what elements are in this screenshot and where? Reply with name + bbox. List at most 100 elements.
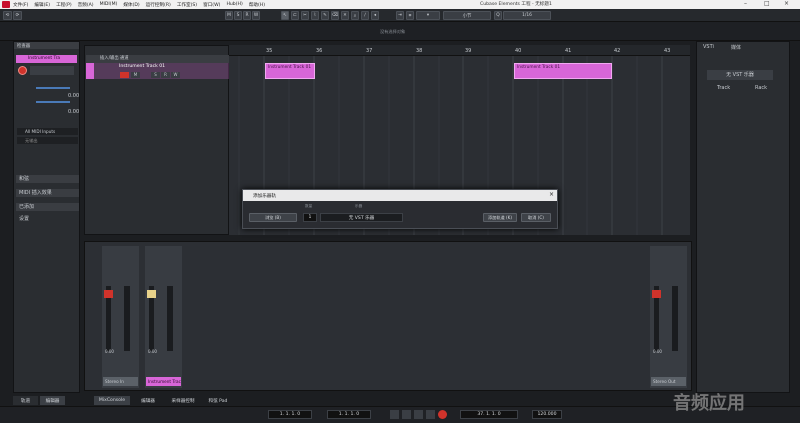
track-name[interactable]: Instrument Track 01 — [119, 64, 165, 69]
section-settings[interactable]: 设置 — [16, 215, 79, 223]
io-channel-row[interactable]: 插入/输出 通道 — [86, 55, 229, 63]
track-mute-button[interactable]: M — [131, 72, 140, 78]
fader-handle[interactable] — [652, 290, 661, 298]
browse-button[interactable]: 浏览 (B) — [249, 213, 297, 222]
menu-help[interactable]: 帮助(H) — [249, 2, 265, 8]
track-write-button[interactable]: W — [171, 72, 180, 78]
maximize-icon[interactable]: □ — [764, 0, 770, 7]
info-line: 没有选择对象 — [0, 22, 800, 41]
position-display[interactable]: 37. 1. 1. 0 — [460, 410, 518, 419]
minimize-icon[interactable]: – — [744, 0, 747, 7]
menu-audio[interactable]: 音频(A) — [78, 2, 94, 8]
menu-transport[interactable]: 运行控制(R) — [146, 2, 171, 8]
stop-icon[interactable] — [402, 410, 411, 419]
tab-editor-lower[interactable]: 编辑器 — [133, 396, 163, 405]
tab-sampler-control[interactable]: 采样器控制 — [165, 396, 201, 405]
output-select[interactable]: 无输出 — [17, 137, 78, 144]
bar-41: 41 — [565, 48, 572, 54]
menu-studio[interactable]: 工作室(S) — [177, 2, 197, 8]
tab-chord-pads[interactable]: 和弦 Pad — [204, 396, 232, 405]
menu-media[interactable]: 媒体(D) — [123, 2, 139, 8]
menu-window[interactable]: 窗口(W) — [203, 2, 220, 8]
play-tool-icon[interactable]: ◂ — [371, 11, 379, 20]
midi-input-select[interactable]: All MIDI Inputs — [17, 128, 78, 135]
right-locator[interactable]: 1. 1. 1. 0 — [327, 410, 371, 419]
track-count-input[interactable]: 1 — [303, 213, 317, 222]
section-midi-inserts[interactable]: MIDI 插入效果 — [16, 189, 79, 197]
track-controls[interactable] — [30, 66, 74, 75]
add-track-button[interactable]: 添加轨道 (K) — [483, 213, 517, 222]
redo-icon[interactable]: ⟳ — [13, 11, 22, 20]
cancel-button[interactable]: 取消 (C) — [521, 213, 551, 222]
snap-value-select[interactable]: 小节 — [443, 11, 491, 20]
range-tool-icon[interactable]: ⊏ — [291, 11, 299, 20]
tempo-display[interactable]: 120.000 — [532, 410, 562, 419]
menu-edit[interactable]: 编辑(E) — [34, 2, 50, 8]
cycle-icon[interactable] — [390, 410, 399, 419]
menu-project[interactable]: 工程(P) — [56, 2, 72, 8]
mode-s-button[interactable]: S — [234, 11, 242, 20]
channel-name[interactable]: Stereo Out — [651, 377, 686, 386]
snap-type-select[interactable]: ▾ — [416, 11, 440, 20]
record-button-icon[interactable] — [438, 410, 447, 419]
bar-43: 43 — [664, 48, 671, 54]
split-tool-icon[interactable]: ✂ — [301, 11, 309, 20]
zoom-tool-icon[interactable]: ⌕ — [351, 11, 359, 20]
track-record-icon[interactable] — [120, 72, 129, 78]
instrument-select[interactable]: 无 VST 乐器 — [320, 213, 403, 222]
glue-tool-icon[interactable]: ⌇ — [311, 11, 319, 20]
vst-instrument-slot[interactable]: 无 VST 乐器 — [707, 70, 773, 80]
forward-icon[interactable] — [426, 410, 435, 419]
close-icon[interactable]: × — [784, 0, 789, 7]
fader-handle[interactable] — [104, 290, 113, 298]
mute-tool-icon[interactable]: ✕ — [341, 11, 349, 20]
erase-tool-icon[interactable]: ⌫ — [331, 11, 339, 20]
section-added[interactable]: 已添加 — [16, 203, 79, 211]
section-chords[interactable]: 和弦 — [16, 175, 79, 183]
tab-editor[interactable]: 编辑器 — [40, 396, 65, 405]
track-solo-button[interactable]: S — [151, 72, 160, 78]
play-icon[interactable] — [414, 410, 423, 419]
auto-scroll-icon[interactable]: ⇥ — [396, 11, 404, 20]
tab-tracks[interactable]: 轨道 — [13, 396, 38, 405]
quantize-icon[interactable]: Q — [494, 11, 502, 20]
pointer-tool-icon[interactable]: ↖ — [281, 11, 289, 20]
fader-handle[interactable] — [147, 290, 156, 298]
menu-hub[interactable]: Hub(H) — [226, 2, 242, 7]
timeline-ruler[interactable]: 35 36 37 38 39 40 41 42 43 — [229, 45, 690, 56]
channel-name[interactable]: Stereo In — [103, 377, 138, 386]
midi-clip[interactable]: Instrument Track 01 — [265, 63, 315, 79]
pan-slider[interactable] — [36, 101, 70, 103]
track-color-strip — [86, 63, 94, 79]
bar-42: 42 — [614, 48, 621, 54]
quantize-value-select[interactable]: 1/16 — [503, 11, 551, 20]
track-tab[interactable]: Track — [717, 85, 730, 91]
volume-slider[interactable] — [36, 87, 70, 89]
inspector-tab[interactable]: 检查器 — [14, 42, 79, 49]
line-tool-icon[interactable]: ∕ — [361, 11, 369, 20]
track-read-button[interactable]: R — [161, 72, 170, 78]
menu-file[interactable]: 文件(F) — [13, 2, 28, 8]
tab-vsti[interactable]: VSTi — [703, 44, 714, 50]
bar-39: 39 — [465, 48, 472, 54]
snap-toggle-icon[interactable]: ⌗ — [406, 11, 414, 20]
tab-media[interactable]: 媒体 — [731, 44, 741, 51]
fader-value: 0.00 — [148, 349, 157, 354]
midi-clip[interactable]: Instrument Track 01 — [514, 63, 612, 79]
tab-mixconsole[interactable]: MixConsole — [94, 396, 130, 405]
left-locator[interactable]: 1. 1. 1. 0 — [268, 410, 312, 419]
inspector-track-name[interactable]: Instrument Tra — [16, 55, 77, 63]
level-meter — [167, 286, 173, 351]
mode-r-button[interactable]: R — [243, 11, 251, 20]
rack-tab[interactable]: Rack — [755, 85, 767, 91]
mixconsole-zone: 0.00 Stereo In 0.00 Instrument Trac 0.00… — [84, 241, 692, 391]
channel-name[interactable]: Instrument Trac — [146, 377, 181, 386]
undo-icon[interactable]: ⟲ — [3, 11, 12, 20]
menu-midi[interactable]: MIDI(M) — [100, 2, 118, 7]
dialog-close-icon[interactable]: × — [549, 191, 554, 198]
mode-w-button[interactable]: W — [252, 11, 260, 20]
draw-tool-icon[interactable]: ✎ — [321, 11, 329, 20]
mode-m-button[interactable]: M — [225, 11, 233, 20]
toolbar: ⟲ ⟳ M S R W ↖ ⊏ ✂ ⌇ ✎ ⌫ ✕ ⌕ ∕ ◂ ⇥ ⌗ ▾ 小节… — [0, 9, 800, 22]
record-enable-icon[interactable] — [18, 66, 27, 75]
